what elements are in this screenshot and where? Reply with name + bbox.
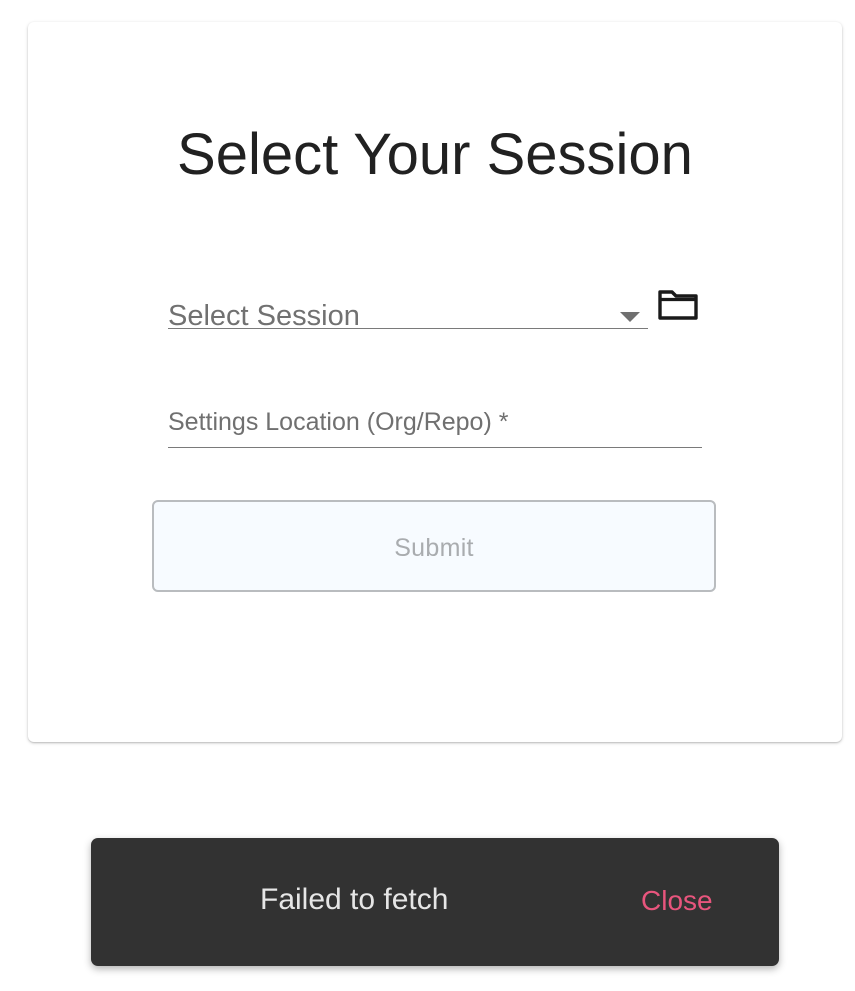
session-dialog: Select Your Session Select Session Setti…	[28, 22, 842, 742]
folder-icon	[658, 290, 698, 320]
chevron-down-icon	[620, 312, 640, 322]
error-snackbar: Failed to fetch Close	[91, 838, 779, 966]
submit-button[interactable]: Submit	[152, 500, 716, 592]
close-button[interactable]: Close	[641, 887, 713, 915]
session-select-placeholder: Select Session	[168, 300, 360, 332]
settings-location-field[interactable]: Settings Location (Org/Repo) *	[168, 407, 702, 448]
snackbar-message: Failed to fetch	[260, 883, 449, 916]
page-title: Select Your Session	[177, 122, 693, 187]
session-select[interactable]: Select Session	[168, 292, 648, 332]
settings-location-label: Settings Location (Org/Repo) *	[168, 408, 509, 436]
browse-folder-button[interactable]	[656, 284, 700, 324]
